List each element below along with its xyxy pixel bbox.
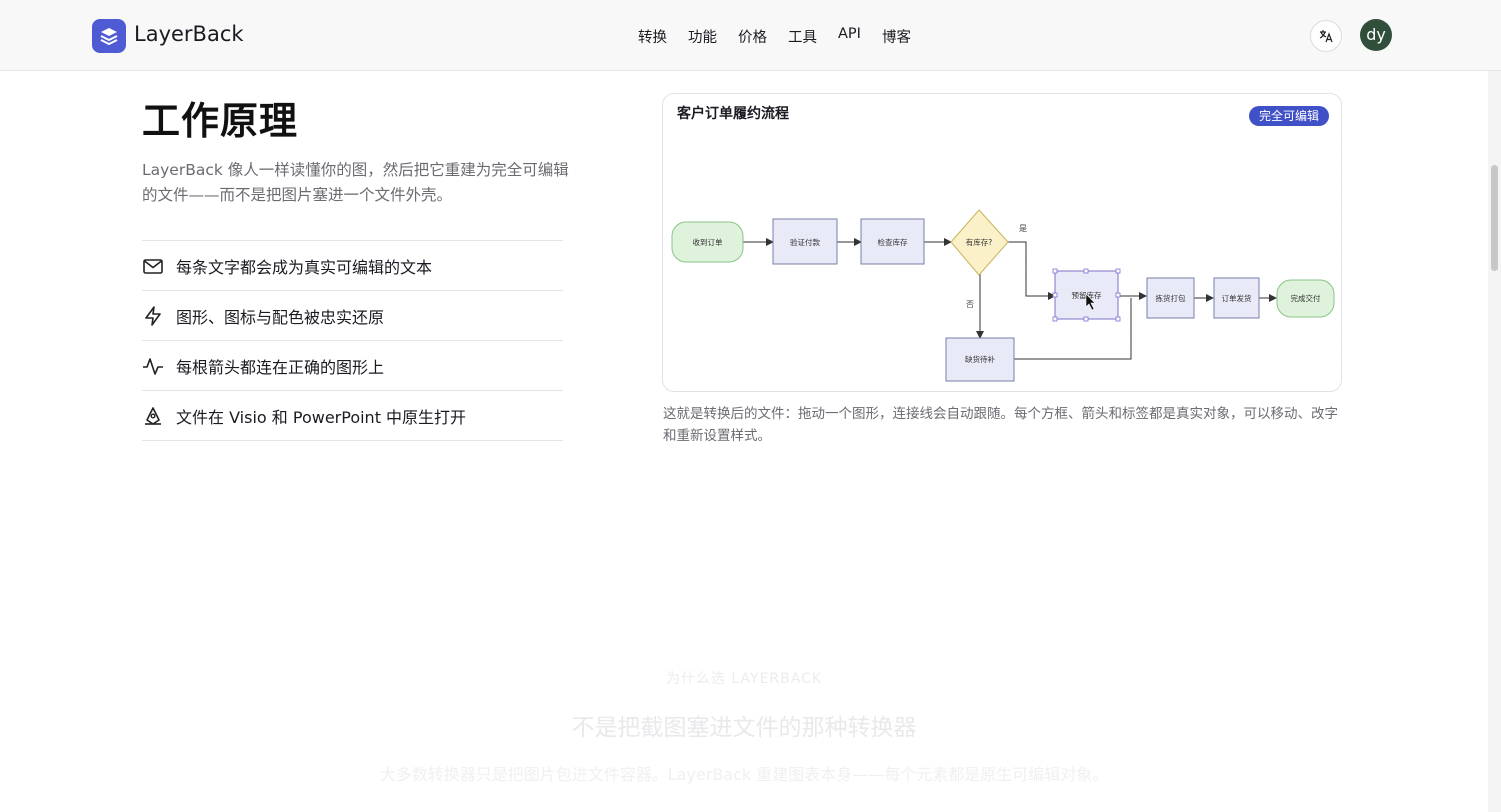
why-title: 不是把截图塞进文件的那种转换器	[571, 715, 917, 741]
translate-icon	[1319, 30, 1333, 43]
flowchart-canvas[interactable]: 是 否 收到订单 验证付款 检查库存 有库存? 预留库存 拣货打包	[663, 94, 1342, 392]
feature-list: 每条文字都会成为真实可编辑的文本 图形、图标与配色被忠实还原 每根箭头都连在正确…	[142, 240, 563, 441]
nav-pricing[interactable]: 价格	[738, 26, 767, 47]
activity-icon	[143, 357, 163, 375]
nav-blog[interactable]: 博客	[882, 26, 911, 47]
node-verify-label: 验证付款	[790, 237, 820, 247]
node-ship-label: 订单发货	[1222, 293, 1252, 303]
section-title: 工作原理	[142, 99, 299, 143]
node-decision-label: 有库存?	[966, 237, 992, 247]
pen-tool-icon	[145, 406, 161, 425]
feature-item: 文件在 Visio 和 PowerPoint 中原生打开	[142, 390, 563, 441]
node-backorder-label: 缺货待补	[965, 354, 995, 364]
feature-item: 每根箭头都连在正确的图形上	[142, 340, 563, 390]
feature-text: 图形、图标与配色被忠实还原	[176, 307, 385, 327]
diagram-caption: 这就是转换后的文件：拖动一个图形，连接线会自动跟随。每个方框、箭头和标签都是真实…	[663, 406, 1338, 444]
edge-label-no: 否	[966, 300, 974, 309]
nav-convert[interactable]: 转换	[638, 26, 667, 47]
feature-item: 每条文字都会成为真实可编辑的文本	[142, 240, 563, 290]
mail-icon	[143, 258, 163, 274]
feature-text: 每条文字都会成为真实可编辑的文本	[176, 257, 433, 277]
nav-tools[interactable]: 工具	[788, 26, 817, 47]
main-nav: 转换 功能 价格 工具 API 博客	[638, 26, 911, 47]
user-avatar[interactable]: dy	[1360, 19, 1392, 51]
why-subtitle: 大多数转换器只是把图片包进文件容器。LayerBack 重建图表本身——每个元素…	[379, 765, 1109, 784]
why-kicker: 为什么选 LAYERBACK	[665, 671, 823, 687]
nav-api[interactable]: API	[838, 26, 861, 47]
scrollbar-thumb[interactable]	[1491, 165, 1498, 271]
diagram-card: 客户订单履约流程 完全可编辑 是 否 收到订单 验证付款 检查库存 有库存? 拣…	[662, 93, 1342, 392]
node-pick-label: 拣货打包	[1156, 293, 1186, 303]
logo-icon[interactable]	[92, 19, 126, 53]
nav-features[interactable]: 功能	[688, 26, 717, 47]
language-button[interactable]	[1310, 20, 1342, 52]
node-done-label: 完成交付	[1291, 293, 1321, 303]
feature-text: 文件在 Visio 和 PowerPoint 中原生打开	[176, 407, 467, 427]
top-header: LayerBack 转换 功能 价格 工具 API 博客 dy	[0, 0, 1501, 71]
zap-icon	[145, 305, 161, 326]
brand-name[interactable]: LayerBack	[134, 22, 244, 46]
feature-item: 图形、图标与配色被忠实还原	[142, 290, 563, 340]
node-check-label: 检查库存	[878, 237, 908, 247]
section-lead: LayerBack 像人一样读懂你的图，然后把它重建为完全可编辑的文件——而不是…	[142, 161, 569, 204]
node-start-label: 收到订单	[693, 237, 723, 247]
edge-label-yes: 是	[1019, 224, 1027, 233]
feature-text: 每根箭头都连在正确的图形上	[176, 357, 385, 377]
